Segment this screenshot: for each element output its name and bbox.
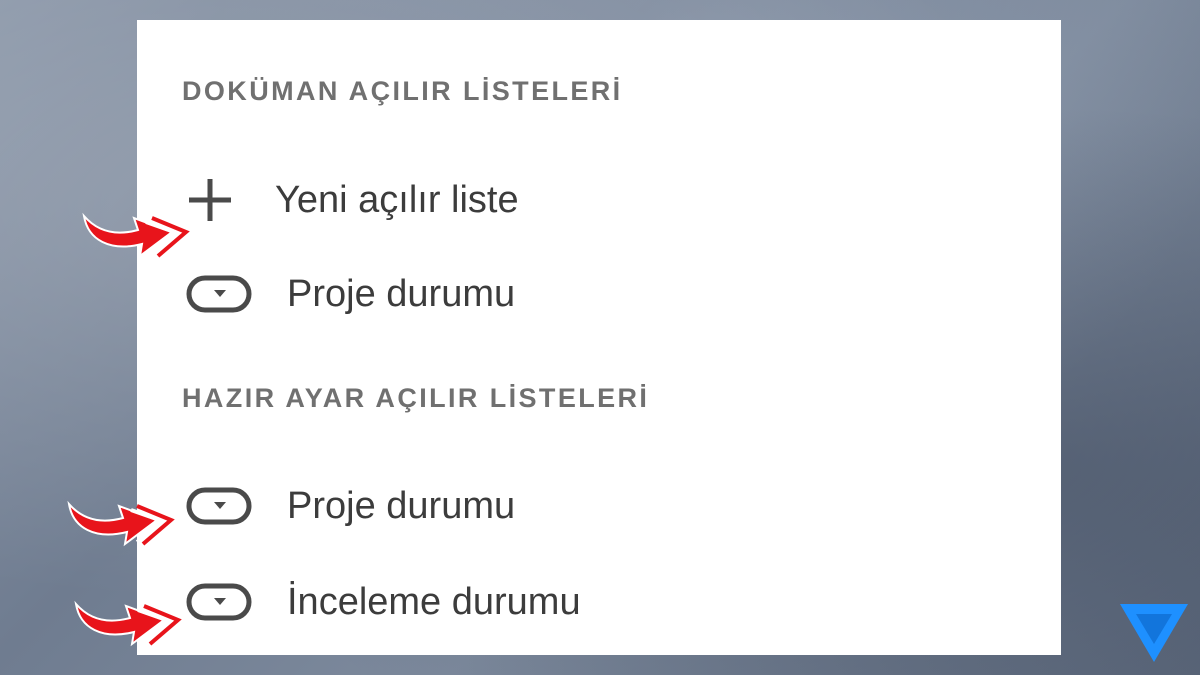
brand-logo-icon — [1120, 604, 1188, 662]
new-dropdown-button[interactable]: Yeni açılır liste — [185, 170, 785, 230]
preset-dropdown-item-label: İnceleme durumu — [287, 580, 581, 623]
red-arrow-icon — [82, 212, 190, 259]
doc-dropdown-item-proje-durumu[interactable]: Proje durumu — [185, 264, 785, 324]
dropdown-chip-icon — [185, 481, 255, 531]
new-dropdown-label: Yeni açılır liste — [275, 178, 519, 221]
preset-dropdowns-header: HAZIR AYAR AÇILIR LİSTELERİ — [182, 383, 650, 413]
preset-dropdown-item-inceleme-durumu[interactable]: İnceleme durumu — [185, 572, 785, 632]
red-arrow-icon — [74, 600, 182, 647]
preset-dropdown-item-label: Proje durumu — [287, 484, 516, 527]
doc-dropdown-item-label: Proje durumu — [287, 272, 516, 315]
red-arrow-icon — [67, 500, 175, 547]
dropdown-chip-icon — [185, 577, 255, 627]
plus-icon — [185, 175, 255, 225]
dropdown-menu-panel: DOKÜMAN AÇILIR LİSTELERİ Yeni açılır lis… — [137, 20, 1061, 655]
preset-dropdown-item-proje-durumu[interactable]: Proje durumu — [185, 476, 785, 536]
doc-dropdowns-header: DOKÜMAN AÇILIR LİSTELERİ — [182, 76, 623, 106]
dropdown-chip-icon — [185, 269, 255, 319]
